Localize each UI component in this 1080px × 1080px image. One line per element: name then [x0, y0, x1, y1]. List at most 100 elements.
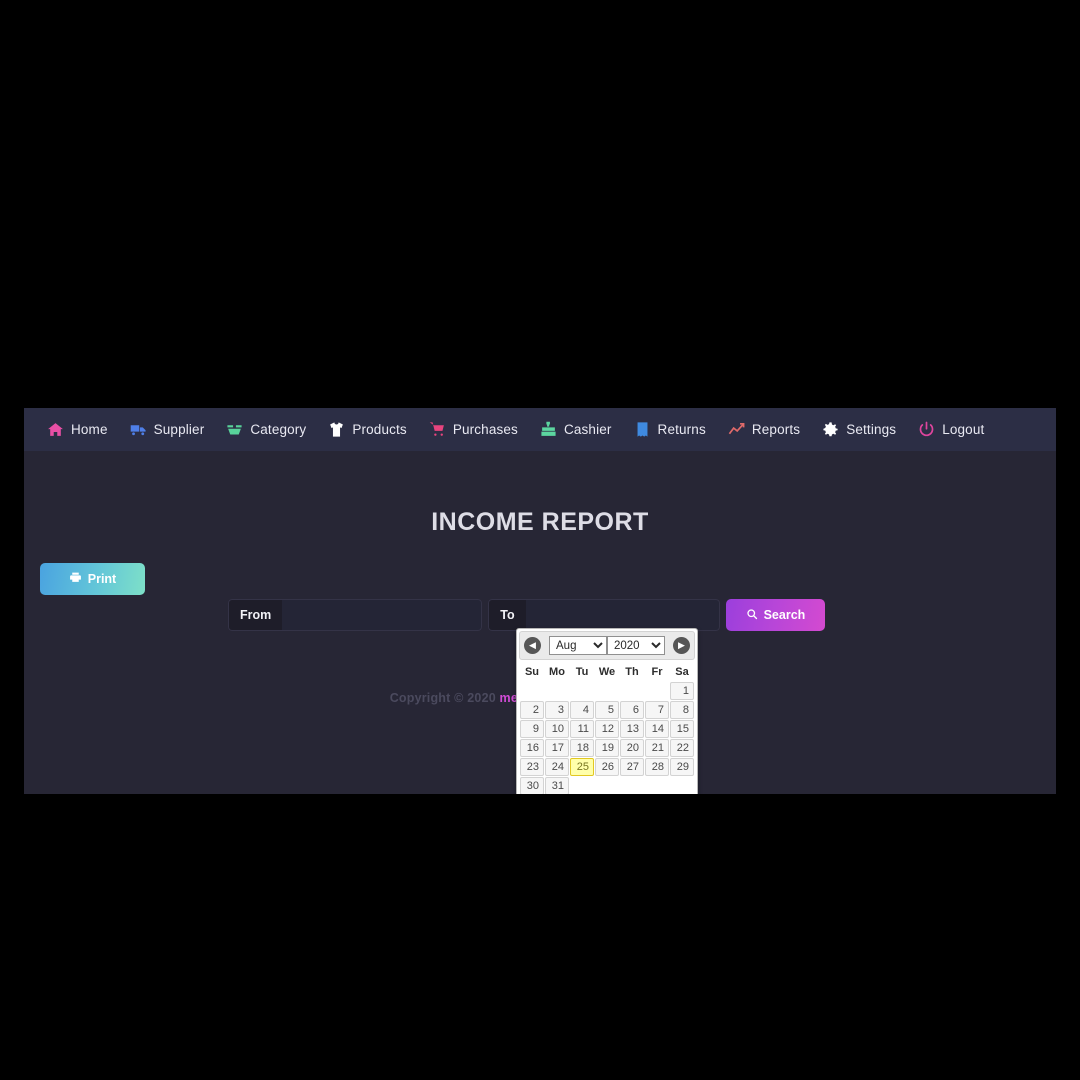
calendar-day[interactable]: 18	[570, 739, 594, 757]
calendar-day-cell[interactable]: 9	[520, 720, 544, 738]
nav-item-reports[interactable]: Reports	[717, 415, 811, 444]
truck-icon	[130, 421, 147, 438]
calendar-day[interactable]: 28	[645, 758, 669, 776]
datepicker-popup: ◀ JanFebMarAprMayJunJulAugSepOctNovDec 2…	[516, 628, 698, 794]
calendar-day[interactable]: 2	[520, 701, 544, 719]
print-button-label: Print	[87, 572, 117, 586]
weekday-header: Mo	[549, 666, 565, 678]
calendar-day-cell[interactable]: 7	[645, 701, 669, 719]
calendar-day-selected[interactable]: 25	[570, 758, 594, 776]
gear-icon	[822, 421, 839, 438]
nav-item-returns[interactable]: Returns	[623, 415, 717, 444]
calendar-day-cell[interactable]: 13	[620, 720, 644, 738]
nav-item-label: Cashier	[563, 422, 612, 437]
calendar-day[interactable]: 6	[620, 701, 644, 719]
calendar-day-cell[interactable]: 8	[670, 701, 694, 719]
datepicker-year-select[interactable]: 2015201620172018201920202021202220232024…	[607, 636, 665, 655]
from-date-input[interactable]	[282, 599, 483, 631]
calendar-day[interactable]: 10	[545, 720, 569, 738]
calendar-day-cell[interactable]: 14	[645, 720, 669, 738]
calendar-day-cell[interactable]: 6	[620, 701, 644, 719]
calendar-day-cell[interactable]: 21	[645, 739, 669, 757]
nav-item-home[interactable]: Home	[36, 415, 119, 444]
nav-item-logout[interactable]: Logout	[907, 415, 995, 444]
datepicker-prev-month-button[interactable]: ◀	[524, 637, 541, 654]
calendar-day[interactable]: 22	[670, 739, 694, 757]
calendar-day-cell[interactable]: 2	[520, 701, 544, 719]
calendar-day-cell[interactable]: 11	[570, 720, 594, 738]
nav-item-cashier[interactable]: Cashier	[529, 415, 623, 444]
calendar-day-cell[interactable]: 18	[570, 739, 594, 757]
calendar-day[interactable]: 15	[670, 720, 694, 738]
calendar-day[interactable]: 27	[620, 758, 644, 776]
calendar-day-cell[interactable]: 27	[620, 758, 644, 776]
calendar-day-cell[interactable]: 28	[645, 758, 669, 776]
calendar-day-cell[interactable]: 12	[595, 720, 619, 738]
calendar-day-cell[interactable]: 26	[595, 758, 619, 776]
weekday-header: Su	[524, 666, 540, 678]
calendar-day[interactable]: 8	[670, 701, 694, 719]
calendar-day-cell[interactable]: 25	[570, 758, 594, 776]
datepicker-next-month-button[interactable]: ▶	[673, 637, 690, 654]
calendar-day[interactable]: 3	[545, 701, 569, 719]
calendar-day[interactable]: 16	[520, 739, 544, 757]
nav-item-category[interactable]: Category	[215, 415, 317, 444]
calendar-day[interactable]: 24	[545, 758, 569, 776]
to-date-group: To	[488, 599, 720, 631]
nav-item-settings[interactable]: Settings	[811, 415, 907, 444]
calendar-day[interactable]: 11	[570, 720, 594, 738]
calendar-day[interactable]: 13	[620, 720, 644, 738]
calendar-day-cell[interactable]: 17	[545, 739, 569, 757]
weekday-header: We	[598, 666, 616, 678]
calendar-empty-cell	[595, 777, 619, 794]
cart-icon	[429, 421, 446, 438]
calendar-day[interactable]: 4	[570, 701, 594, 719]
calendar-day-cell[interactable]: 5	[595, 701, 619, 719]
search-button[interactable]: Search	[725, 599, 826, 631]
print-button[interactable]: Print	[40, 563, 145, 595]
nav-item-purchases[interactable]: Purchases	[418, 415, 529, 444]
calendar-day[interactable]: 23	[520, 758, 544, 776]
calendar-day-cell[interactable]: 4	[570, 701, 594, 719]
datepicker-week-rows: 1 2 3 4 5 6 7 8 9 10 11 12 13 14 15 16 17 18 19 20 21 22 23 24 2…	[520, 682, 694, 794]
calendar-day-cell[interactable]: 1	[670, 682, 694, 700]
calendar-day-cell[interactable]: 30	[520, 777, 544, 794]
calendar-day[interactable]: 30	[520, 777, 544, 794]
to-date-input[interactable]	[525, 599, 720, 631]
calendar-day-cell[interactable]: 15	[670, 720, 694, 738]
calendar-day[interactable]: 20	[620, 739, 644, 757]
calendar-day[interactable]: 12	[595, 720, 619, 738]
chart-icon	[728, 421, 745, 438]
calendar-day-cell[interactable]: 20	[620, 739, 644, 757]
calendar-day-cell[interactable]: 10	[545, 720, 569, 738]
calendar-day[interactable]: 7	[645, 701, 669, 719]
calendar-day[interactable]: 21	[645, 739, 669, 757]
calendar-day-cell[interactable]: 24	[545, 758, 569, 776]
calendar-day[interactable]: 14	[645, 720, 669, 738]
calendar-day[interactable]: 9	[520, 720, 544, 738]
calendar-day-cell[interactable]: 19	[595, 739, 619, 757]
calendar-day-cell[interactable]: 29	[670, 758, 694, 776]
calendar-day-cell[interactable]: 22	[670, 739, 694, 757]
from-label: From	[228, 599, 283, 631]
calendar-day-cell[interactable]: 16	[520, 739, 544, 757]
calendar-day-cell[interactable]: 23	[520, 758, 544, 776]
calendar-day[interactable]: 5	[595, 701, 619, 719]
calendar-empty-cell	[620, 682, 644, 700]
nav-item-products[interactable]: Products	[317, 415, 417, 444]
calendar-day[interactable]: 31	[545, 777, 569, 794]
nav-item-supplier[interactable]: Supplier	[119, 415, 216, 444]
calendar-day-cell[interactable]: 3	[545, 701, 569, 719]
calendar-day[interactable]: 17	[545, 739, 569, 757]
calendar-day-cell[interactable]: 31	[545, 777, 569, 794]
calendar-empty-cell	[595, 682, 619, 700]
copyright-prefix: Copyright © 2020	[389, 691, 500, 705]
calendar-day[interactable]: 26	[595, 758, 619, 776]
calendar-day[interactable]: 1	[670, 682, 694, 700]
datepicker-month-select[interactable]: JanFebMarAprMayJunJulAugSepOctNovDec	[549, 636, 607, 655]
calendar-week-row: 1	[520, 682, 694, 700]
calendar-day[interactable]: 19	[595, 739, 619, 757]
calendar-empty-cell	[645, 682, 669, 700]
calendar-empty-cell	[520, 682, 544, 700]
calendar-day[interactable]: 29	[670, 758, 694, 776]
